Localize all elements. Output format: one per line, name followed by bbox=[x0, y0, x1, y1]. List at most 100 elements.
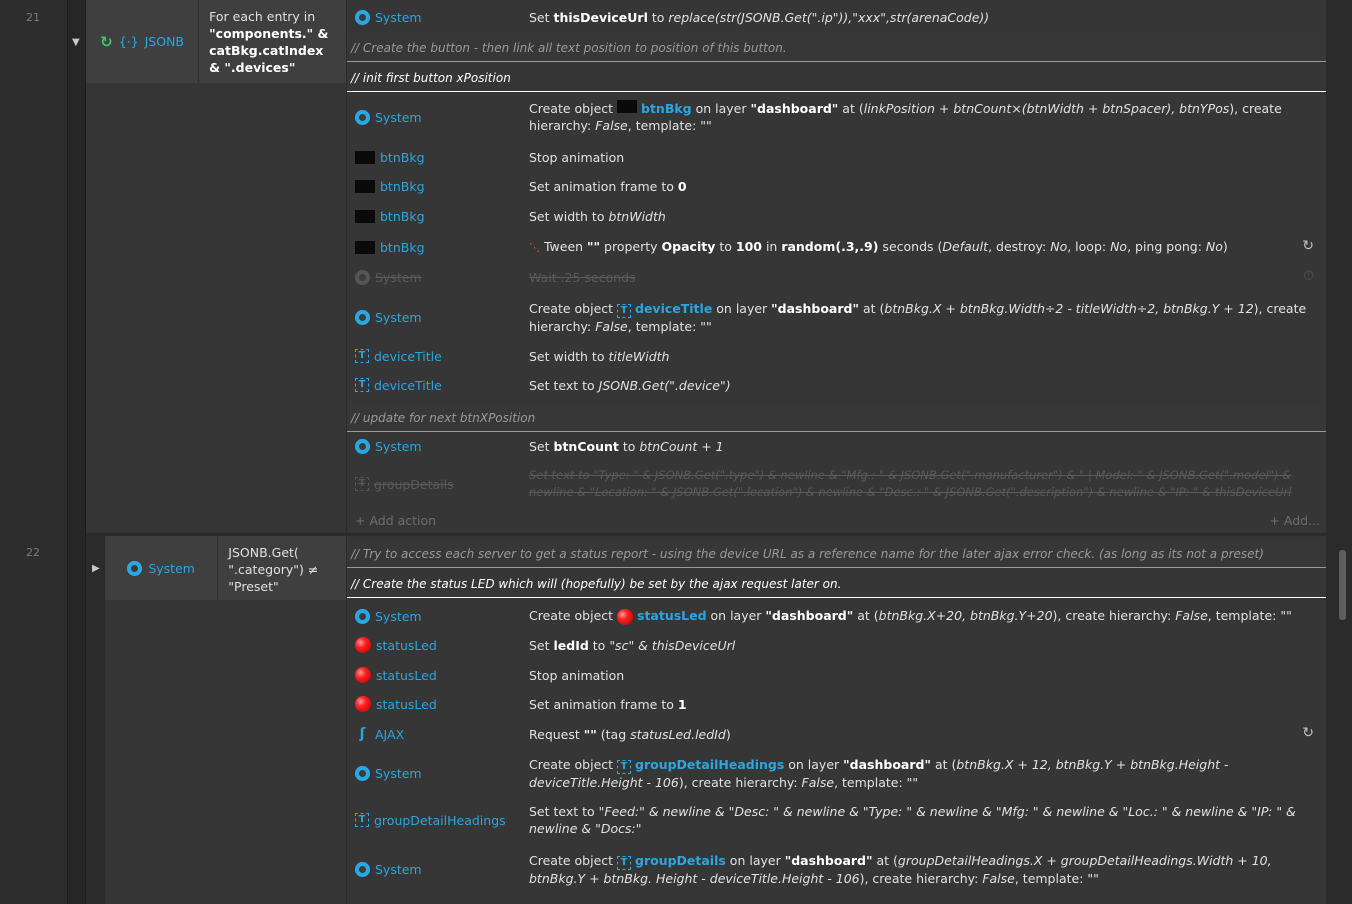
text-strong: 1 bbox=[677, 696, 687, 712]
action-text: Create object T groupDetails on layer "d… bbox=[517, 850, 1326, 888]
gear-icon bbox=[355, 765, 370, 781]
text-part: to bbox=[618, 438, 640, 454]
action-object: TdeviceTitle bbox=[347, 371, 517, 399]
comment-row[interactable]: // Create the button - then link all tex… bbox=[347, 34, 1326, 62]
sprite-icon bbox=[355, 240, 375, 254]
collapse-arrow-icon[interactable]: ▼ bbox=[72, 37, 80, 48]
action-object: System bbox=[347, 850, 517, 888]
action-row[interactable]: btnBkg ⋱ Tween "" property Opacity to 10… bbox=[347, 233, 1326, 261]
action-object: btnBkg bbox=[347, 143, 517, 171]
comment-row[interactable]: // Try to access each server to get a st… bbox=[347, 540, 1326, 568]
text-part: seconds ( bbox=[878, 239, 943, 254]
action-text: Set text to "Type: " & JSONB.Get(".type"… bbox=[529, 468, 1292, 499]
led-icon bbox=[355, 696, 371, 712]
condition-object-name: System bbox=[148, 560, 195, 576]
comment-row[interactable]: // init first button xPosition bbox=[347, 64, 1326, 92]
text-strong: "dashboard" bbox=[765, 608, 854, 624]
action-object: TdeviceTitle bbox=[347, 342, 517, 370]
text-part: Set animation frame to bbox=[529, 178, 678, 194]
gear-icon bbox=[355, 109, 370, 125]
comment-row[interactable]: // Create the status LED which will (hop… bbox=[347, 570, 1326, 598]
object-name: System bbox=[375, 309, 422, 325]
event-separator bbox=[86, 534, 1326, 535]
action-row[interactable]: statusLed Stop animation bbox=[347, 661, 1326, 689]
text-object: deviceTitle bbox=[635, 300, 713, 316]
text-part: ), create hierarchy: bbox=[859, 870, 983, 886]
condition-expression: "components." & catBkg.catIndex & ".devi… bbox=[209, 26, 329, 75]
text-strong: Opacity bbox=[661, 239, 716, 254]
text-object-icon: T bbox=[617, 303, 632, 318]
action-row[interactable]: TdeviceTitle Set width to titleWidth bbox=[347, 342, 1326, 370]
action-row[interactable]: ʃ AJAX Request "" (tag statusLed.ledId) ↻ bbox=[347, 720, 1326, 748]
action-row[interactable]: TgroupDetailHeadings Set text to "Feed:"… bbox=[347, 800, 1326, 840]
action-row[interactable]: statusLed Set ledId to "sc" & thisDevice… bbox=[347, 631, 1326, 659]
action-row[interactable]: statusLed Set animation frame to 1 bbox=[347, 690, 1326, 718]
action-row[interactable]: btnBkg Set width to btnWidth bbox=[347, 202, 1326, 230]
text-part: Request bbox=[529, 726, 584, 742]
add-more-button[interactable]: + Add... bbox=[1269, 513, 1320, 528]
action-row-disabled[interactable]: System Wait .25 seconds ⏱ bbox=[347, 263, 1326, 291]
action-row-disabled[interactable]: TgroupDetails Set text to "Type: " & JSO… bbox=[347, 466, 1326, 502]
line-number: 22 bbox=[26, 546, 40, 559]
action-row[interactable]: TdeviceTitle Set text to JSONB.Get(".dev… bbox=[347, 371, 1326, 399]
text-part: Create object bbox=[529, 300, 618, 316]
action-row[interactable]: System Create object T groupDetails on l… bbox=[347, 850, 1326, 888]
object-name: System bbox=[375, 109, 422, 125]
text-part: in bbox=[761, 239, 782, 254]
text-part: on layer bbox=[712, 300, 772, 316]
gear-icon bbox=[355, 269, 370, 285]
action-row[interactable]: btnBkg Set animation frame to 0 bbox=[347, 172, 1326, 200]
sprite-icon bbox=[355, 179, 375, 193]
text-part: , loop: bbox=[1067, 239, 1111, 254]
action-object: System bbox=[347, 2, 517, 32]
action-object: ʃ AJAX bbox=[347, 720, 517, 748]
vertical-scrollbar[interactable] bbox=[1339, 550, 1346, 620]
text-object-icon: T bbox=[617, 855, 632, 870]
gear-icon bbox=[127, 560, 143, 576]
condition-text: For each entry in "components." & catBkg… bbox=[199, 0, 346, 83]
text-part: at ( bbox=[838, 101, 864, 116]
text-strong: 100 bbox=[735, 239, 762, 254]
comment-row[interactable]: // update for next btnXPosition bbox=[347, 404, 1326, 432]
action-row[interactable]: System Create object T deviceTitle on la… bbox=[347, 298, 1326, 336]
object-name: System bbox=[375, 608, 422, 624]
action-object: System bbox=[347, 754, 517, 792]
action-row[interactable]: System Set btnCount to btnCount + 1 bbox=[347, 432, 1326, 460]
action-text: Stop animation bbox=[529, 149, 625, 165]
object-name: deviceTitle bbox=[374, 348, 442, 364]
action-row[interactable]: System Create object btnBkg on layer "da… bbox=[347, 98, 1326, 136]
action-object: TgroupDetailHeadings bbox=[347, 800, 517, 840]
action-text: Set thisDeviceUrl to replace(str(JSONB.G… bbox=[517, 2, 1326, 32]
text-object-icon: T bbox=[355, 477, 369, 491]
add-action-button[interactable]: + Add action bbox=[355, 513, 436, 528]
add-row: + Add action + Add... bbox=[347, 508, 1326, 534]
object-name: AJAX bbox=[375, 726, 405, 742]
condition-object-name: JSONB bbox=[144, 34, 184, 49]
text-part: to bbox=[715, 239, 736, 254]
action-row[interactable]: btnBkg Stop animation bbox=[347, 143, 1326, 171]
condition-text: JSONB.Get( ".category") ≠ "Preset" bbox=[228, 545, 319, 594]
text-strong: "dashboard" bbox=[771, 300, 859, 316]
event-22-condition[interactable]: System JSONB.Get( ".category") ≠ "Preset… bbox=[105, 536, 346, 600]
event-21-condition[interactable]: ↻ {·} JSONB For each entry in "component… bbox=[86, 0, 346, 83]
async-icon: ↻ bbox=[1302, 725, 1314, 741]
sprite-icon bbox=[355, 209, 375, 223]
text-part: , ping pong: bbox=[1127, 239, 1206, 254]
text-italic: titleWidth bbox=[608, 348, 670, 364]
text-italic: "sc" & thisDeviceUrl bbox=[609, 637, 736, 653]
text-part: , template: "" bbox=[1207, 608, 1292, 624]
action-row[interactable]: System Set thisDeviceUrl to replace(str(… bbox=[347, 2, 1326, 32]
text-italic: Default bbox=[942, 239, 989, 254]
object-name: btnBkg bbox=[380, 178, 425, 194]
action-text: Create object T deviceTitle on layer "da… bbox=[517, 298, 1326, 336]
condition-object: System bbox=[105, 536, 219, 600]
object-name: System bbox=[375, 765, 422, 781]
action-row[interactable]: System Create object statusLed on layer … bbox=[347, 601, 1326, 631]
object-name: statusLed bbox=[376, 637, 437, 653]
expand-arrow-icon[interactable]: ▶ bbox=[92, 563, 100, 574]
loop-icon: ↻ bbox=[100, 32, 113, 51]
object-name: System bbox=[375, 269, 422, 285]
action-row[interactable]: System Create object T groupDetailHeadin… bbox=[347, 754, 1326, 792]
text-object-icon: T bbox=[355, 349, 369, 363]
text-strong: "dashboard" bbox=[750, 101, 839, 116]
